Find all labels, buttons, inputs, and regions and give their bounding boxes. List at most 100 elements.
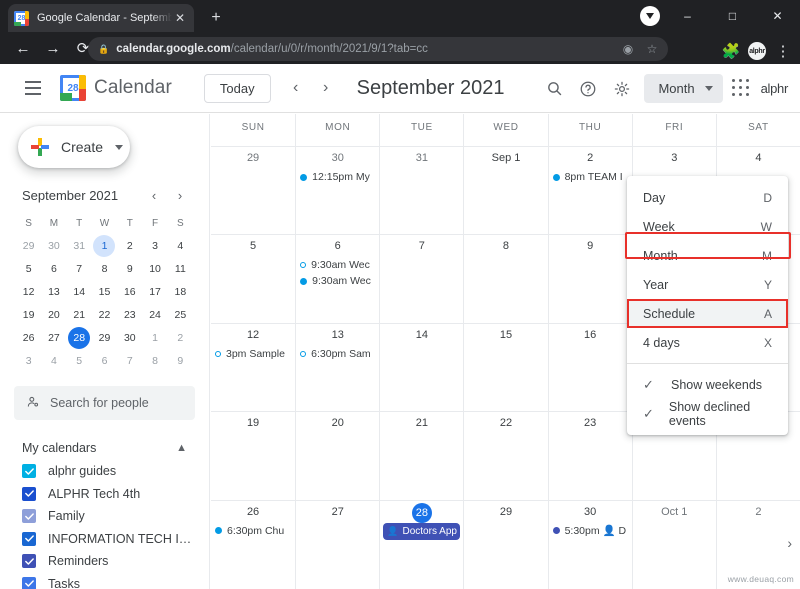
create-button[interactable]: Create xyxy=(18,126,130,168)
mini-calendar-day[interactable]: 6 xyxy=(92,350,117,372)
day-number[interactable]: 4 xyxy=(717,149,800,169)
day-cell[interactable]: 21 xyxy=(379,412,463,500)
mini-calendar-day[interactable]: 26 xyxy=(16,327,41,349)
mini-calendar-day[interactable]: 20 xyxy=(41,304,66,326)
mini-calendar-day[interactable]: 1 xyxy=(142,327,167,349)
day-cell[interactable]: 5 xyxy=(211,235,295,322)
account-avatar[interactable]: alphr xyxy=(748,42,766,60)
mini-calendar-day[interactable]: 12 xyxy=(16,281,41,303)
day-cell[interactable]: Oct 1 xyxy=(631,500,716,589)
calendar-list-item[interactable]: Reminders xyxy=(14,550,195,573)
mini-calendar-day[interactable]: 3 xyxy=(16,350,41,372)
day-number[interactable]: 23 xyxy=(549,414,632,434)
day-number[interactable]: 30 xyxy=(549,503,632,523)
checkbox-checked-icon[interactable] xyxy=(22,576,36,589)
day-cell[interactable]: 15 xyxy=(463,323,547,412)
day-number[interactable]: 6 xyxy=(296,237,379,257)
day-cell[interactable]: 12 3pm Sample xyxy=(211,324,295,411)
mini-calendar-day[interactable]: 8 xyxy=(142,350,167,372)
menu-item-year[interactable]: Year Y xyxy=(627,270,788,299)
day-number[interactable]: 26 xyxy=(211,503,295,523)
day-number[interactable]: 14 xyxy=(380,326,463,346)
day-number[interactable]: 2 xyxy=(717,503,800,523)
minimize-button[interactable]: – xyxy=(665,0,710,32)
day-number[interactable]: 2 xyxy=(549,149,632,169)
menu-item-month[interactable]: Month M xyxy=(627,241,788,270)
mini-calendar-day[interactable]: 4 xyxy=(168,235,193,257)
day-cell[interactable]: 27 xyxy=(295,500,379,589)
event-item[interactable]: 5:30pm 👤 D xyxy=(549,523,632,539)
event-chip[interactable]: 👤 Doctors App xyxy=(383,522,461,540)
mini-calendar-day[interactable]: 9 xyxy=(168,350,193,372)
menu-toggle-show-weekends[interactable]: ✓ Show weekends xyxy=(627,370,788,399)
day-cell[interactable]: 14 xyxy=(379,323,463,412)
day-number[interactable]: 22 xyxy=(464,414,547,434)
checkbox-checked-icon[interactable] xyxy=(22,554,36,569)
next-month-icon[interactable]: › xyxy=(311,73,341,103)
checkbox-checked-icon[interactable] xyxy=(22,486,36,501)
event-item[interactable]: 9:30am Wec xyxy=(296,257,379,273)
mini-calendar-day[interactable]: 13 xyxy=(41,281,66,303)
day-cell[interactable]: 16 xyxy=(547,323,632,412)
mini-calendar-day[interactable]: 8 xyxy=(92,258,117,280)
day-cell[interactable]: Sep 1 xyxy=(463,147,547,235)
day-number[interactable]: 28 xyxy=(380,502,463,523)
day-number[interactable]: 5 xyxy=(211,237,295,257)
mini-calendar-day[interactable]: 23 xyxy=(117,304,142,326)
day-cell[interactable]: 31 xyxy=(379,147,463,235)
mini-calendar-day[interactable]: 17 xyxy=(142,281,167,303)
new-tab-button[interactable]: + xyxy=(206,8,226,28)
menu-item-day[interactable]: Day D xyxy=(627,183,788,212)
calendar-logo[interactable]: 28 Calendar xyxy=(60,75,172,101)
menu-item-4-days[interactable]: 4 days X xyxy=(627,328,788,357)
back-icon[interactable]: ← xyxy=(8,33,38,63)
extensions-puzzle-icon[interactable]: 🧩 xyxy=(716,36,746,66)
day-cell[interactable]: 8 xyxy=(463,235,547,323)
browser-tab[interactable]: 28 Google Calendar - September 20 ✕ xyxy=(8,4,194,32)
day-number[interactable]: 19 xyxy=(211,414,295,434)
checkbox-checked-icon[interactable] xyxy=(22,464,36,479)
address-bar[interactable]: 🔒 calendar.google.com/calendar/u/0/r/mon… xyxy=(88,37,668,61)
event-item[interactable]: 6:30pm Chu xyxy=(211,523,295,539)
event-item[interactable]: 3pm Sample xyxy=(211,346,295,362)
day-number[interactable]: 12 xyxy=(211,326,295,346)
mini-calendar-day[interactable]: 11 xyxy=(168,258,193,280)
mini-calendar-day[interactable]: 3 xyxy=(142,235,167,257)
mini-calendar-day[interactable]: 10 xyxy=(142,258,167,280)
mini-calendar-day[interactable]: 7 xyxy=(117,350,142,372)
day-cell[interactable]: 6 9:30am Wec 9:30am Wec xyxy=(295,235,379,323)
day-number[interactable]: Oct 1 xyxy=(633,503,716,523)
close-window-button[interactable]: ✕ xyxy=(755,0,800,32)
checkbox-checked-icon[interactable] xyxy=(22,531,36,546)
help-icon[interactable] xyxy=(572,73,604,105)
view-site-information-icon[interactable]: ◉ xyxy=(616,39,640,59)
day-cell[interactable]: 7 xyxy=(379,235,463,323)
day-number[interactable]: 8 xyxy=(464,237,547,257)
google-apps-icon[interactable] xyxy=(729,76,755,102)
day-cell[interactable]: 19 xyxy=(211,412,295,499)
forward-icon[interactable]: → xyxy=(38,33,68,63)
mini-calendar-day[interactable]: 24 xyxy=(142,304,167,326)
day-cell[interactable]: 13 6:30pm Sam xyxy=(295,323,379,412)
mini-calendar-day[interactable]: 28 xyxy=(67,327,92,349)
day-number[interactable]: 3 xyxy=(633,149,716,169)
event-item[interactable]: 8pm TEAM I xyxy=(549,169,632,185)
calendar-list-item[interactable]: alphr guides xyxy=(14,460,195,483)
mini-calendar-day[interactable]: 31 xyxy=(67,235,92,257)
day-number[interactable]: 29 xyxy=(211,149,295,169)
day-number[interactable]: 16 xyxy=(549,326,632,346)
mini-calendar-day[interactable]: 30 xyxy=(41,235,66,257)
mini-calendar-day[interactable]: 18 xyxy=(168,281,193,303)
day-cell[interactable]: 2 8pm TEAM I xyxy=(547,147,632,235)
event-item[interactable]: 6:30pm Sam xyxy=(296,346,379,362)
calendar-list-item[interactable]: INFORMATION TECH IV- C... xyxy=(14,528,195,551)
day-number[interactable]: Sep 1 xyxy=(464,149,547,169)
day-cell[interactable]: 23 xyxy=(547,412,632,500)
day-cell[interactable]: 28 👤 Doctors App xyxy=(379,500,463,589)
mini-calendar-day[interactable]: 21 xyxy=(67,304,92,326)
day-cell[interactable]: 30 12:15pm My xyxy=(295,147,379,235)
mini-calendar-day[interactable]: 7 xyxy=(67,258,92,280)
day-cell[interactable]: 30 5:30pm 👤 D xyxy=(547,500,632,589)
day-number[interactable]: 31 xyxy=(380,149,463,169)
day-number[interactable]: 21 xyxy=(380,414,463,434)
